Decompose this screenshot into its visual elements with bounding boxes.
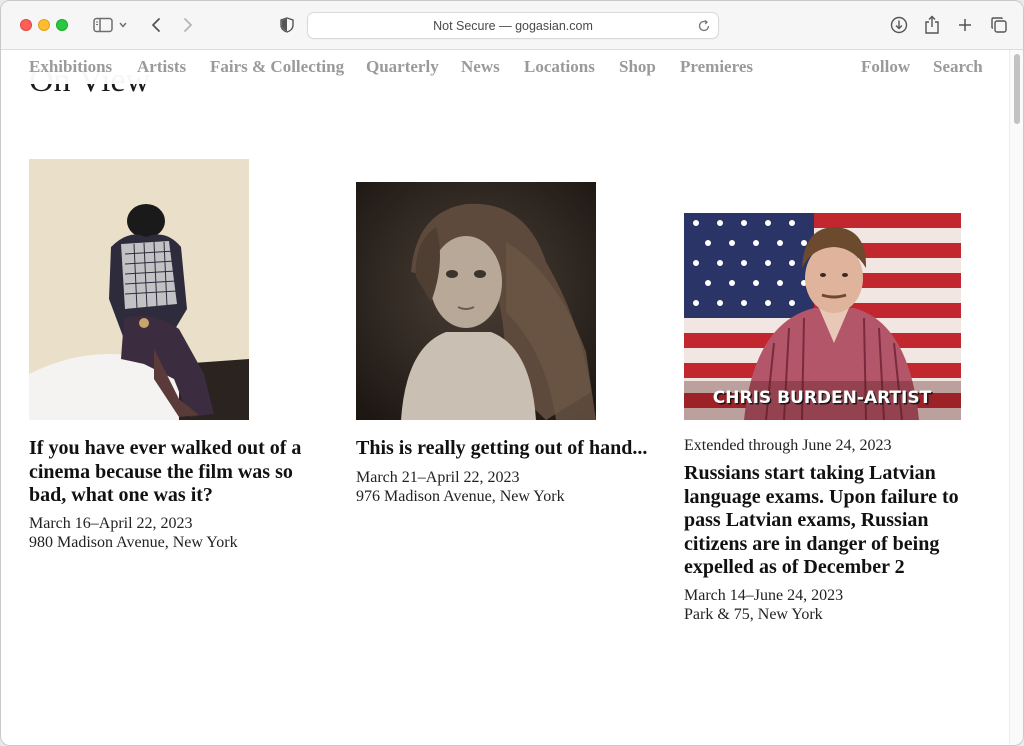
girl-portrait-photograph <box>356 182 596 420</box>
close-window-button[interactable] <box>20 19 32 31</box>
reload-icon[interactable] <box>696 18 712 34</box>
nav-shop[interactable]: Shop <box>619 57 656 77</box>
share-button[interactable] <box>922 13 942 37</box>
tab-overview-button[interactable] <box>988 13 1010 37</box>
browser-toolbar: Not Secure — gogasian.com <box>1 1 1023 50</box>
privacy-report-button[interactable] <box>277 13 297 37</box>
chevron-left-icon <box>151 17 161 33</box>
site-navigation: Exhibitions Artists Fairs & Collecting Q… <box>1 50 1011 84</box>
nav-quarterly[interactable]: Quarterly <box>366 57 439 77</box>
back-button[interactable] <box>147 13 165 37</box>
seated-figure-painting <box>29 159 249 420</box>
nav-premieres[interactable]: Premieres <box>680 57 753 77</box>
nav-fairs-collecting[interactable]: Fairs & Collecting <box>210 57 344 77</box>
chevron-right-icon <box>183 17 193 33</box>
tabs-overview-icon <box>990 16 1008 34</box>
exhibition-location-2: 976 Madison Avenue, New York <box>356 488 565 505</box>
nav-news[interactable]: News <box>461 57 500 77</box>
exhibition-image-1[interactable] <box>29 159 249 420</box>
web-page: On View Exhibitions Artists Fairs & Coll… <box>1 50 1011 745</box>
exhibition-title-2[interactable]: This is really getting out of hand... <box>356 437 666 461</box>
nav-follow[interactable]: Follow <box>861 57 910 77</box>
exhibition-image-3[interactable]: CHRIS BURDEN-ARTIST CHRIS BURDEN-ARTIST <box>684 213 961 420</box>
exhibition-dates-2: March 21–April 22, 2023 <box>356 469 520 486</box>
share-icon <box>924 15 940 35</box>
exhibition-location-1: 980 Madison Avenue, New York <box>29 534 238 551</box>
scrollbar-thumb[interactable] <box>1014 54 1020 124</box>
shield-icon <box>280 17 294 33</box>
minimize-window-button[interactable] <box>38 19 50 31</box>
zoom-window-button[interactable] <box>56 19 68 31</box>
chevron-down-icon <box>119 22 127 28</box>
exhibition-title-1[interactable]: If you have ever walked out of a cinema … <box>29 437 319 508</box>
exhibition-location-3: Park & 75, New York <box>684 606 823 623</box>
exhibition-dates-3: March 14–June 24, 2023 <box>684 587 844 604</box>
exhibition-title-3[interactable]: Russians start taking Latvian language e… <box>684 462 984 580</box>
nav-artists[interactable]: Artists <box>137 57 186 77</box>
page-scrollbar[interactable] <box>1009 50 1023 745</box>
exhibition-image-2[interactable] <box>356 182 596 420</box>
video-still-flag: CHRIS BURDEN-ARTIST CHRIS BURDEN-ARTIST <box>684 213 961 420</box>
forward-button[interactable] <box>179 13 197 37</box>
nav-locations[interactable]: Locations <box>524 57 595 77</box>
download-icon <box>890 16 908 34</box>
address-text: Not Secure — gogasian.com <box>433 19 593 33</box>
address-bar[interactable]: Not Secure — gogasian.com <box>307 12 719 39</box>
sidebar-icon <box>93 17 113 33</box>
sidebar-toggle-button[interactable] <box>89 13 131 37</box>
image-caption: CHRIS BURDEN-ARTIST <box>713 388 932 408</box>
new-tab-button[interactable] <box>955 13 975 37</box>
plus-icon <box>958 18 972 32</box>
exhibition-dates-1: March 16–April 22, 2023 <box>29 515 193 532</box>
downloads-button[interactable] <box>888 13 910 37</box>
nav-search[interactable]: Search <box>933 57 983 77</box>
browser-window: Not Secure — gogasian.com Exhibitions Ar… <box>0 0 1024 746</box>
nav-exhibitions[interactable]: Exhibitions <box>29 57 112 77</box>
exhibition-extended-note-3: Extended through June 24, 2023 <box>684 437 892 454</box>
